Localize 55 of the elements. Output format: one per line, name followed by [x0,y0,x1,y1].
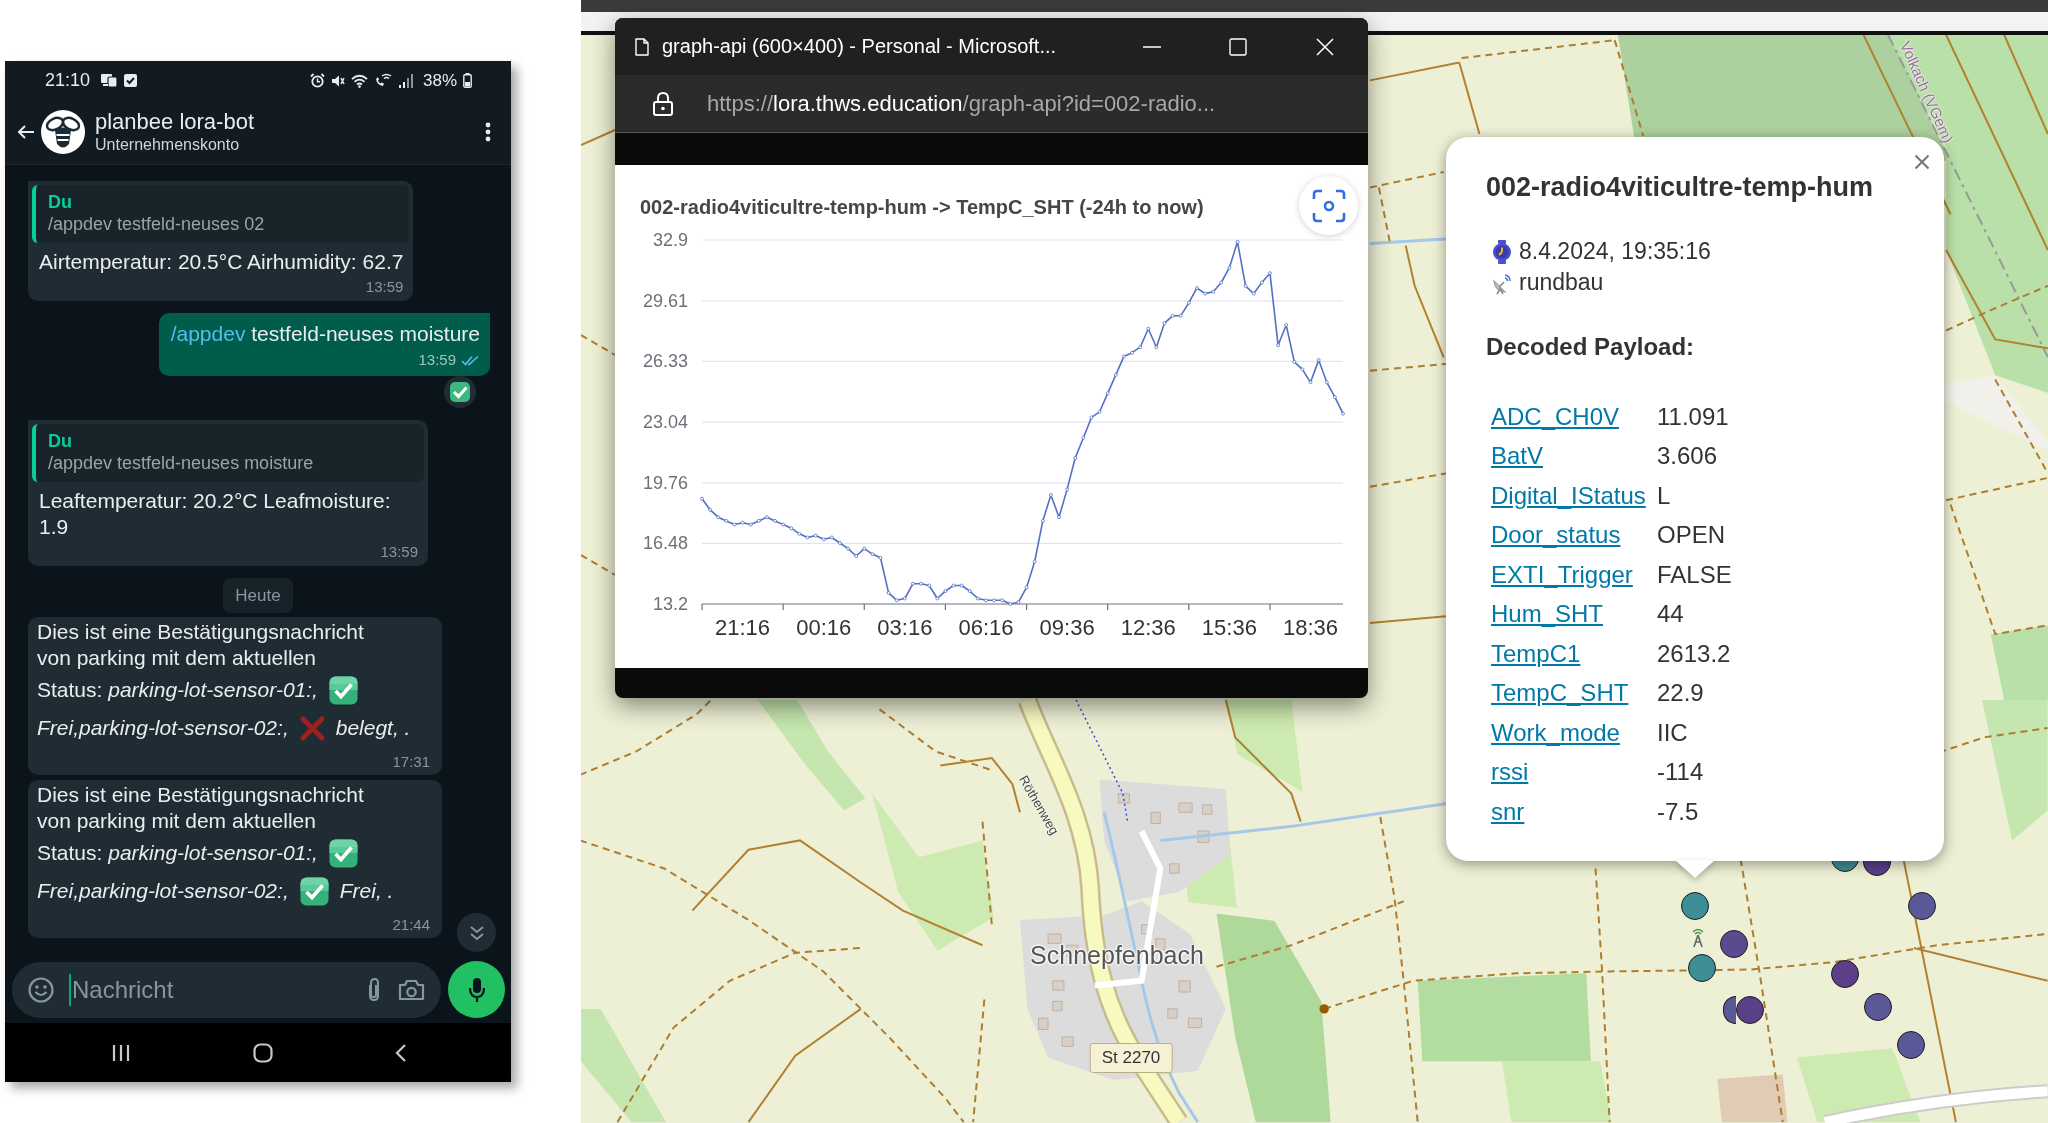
message-time: 13:59 [418,351,456,369]
payload-value: L [1657,481,1671,509]
x-axis-label: 03:16 [877,615,933,640]
section-heading: Decoded Payload: [1486,332,1696,362]
message-time: 13:59 [365,278,404,296]
x-axis-label: 00:16 [796,615,852,640]
message-time: 17:31 [392,753,430,771]
payload-value: IIC [1657,718,1688,746]
message-text: /appdev testfeld-neuses moisture [170,322,480,345]
y-axis-label: 26.33 [642,351,688,372]
message-text: Status: parking-lot-sensor-01:, [37,677,318,703]
popup-title: 002-radio4viticultre-temp-hum [1486,171,1875,204]
quote-author: Du [48,430,73,452]
payload-value: -114 [1657,758,1704,786]
y-axis-label: 16.48 [642,533,688,554]
quote-text: /appdev testfeld-neuses 02 [48,213,266,235]
payload-value: FALSE [1657,560,1732,588]
x-axis-label: 12:36 [1120,615,1176,640]
payload-value: -7.5 [1657,797,1699,825]
message-text: Airtemperatur: 20.5°C Airhumidity: 62.7 [39,250,404,273]
quote-text: /appdev testfeld-neuses moisture [48,452,315,474]
payload-value: OPEN [1657,521,1725,549]
status-time: 21:10 [45,70,91,91]
x-axis-label: 18:36 [1283,615,1339,640]
y-axis-label: 13.2 [652,594,688,614]
payload-value: 44 [1657,600,1684,628]
payload-value: 3.606 [1657,442,1718,470]
message-text: Frei,parking-lot-sensor-02:, [37,878,289,904]
date-separator: Heute [223,578,293,613]
message-text: Leaftemperatur: 20.2°C Leafmoisture: 1.9 [39,489,391,538]
payload-value: 11.091 [1657,402,1729,430]
message-text: belegt, . [335,715,411,741]
x-axis-label: 21:16 [715,615,771,640]
message-text: Frei, . [339,878,394,904]
payload-value: 22.9 [1657,679,1704,707]
y-axis-label: 29.61 [642,290,688,311]
timestamp-text: 8.4.2024, 19:35:16 [1519,237,1711,266]
message-time: 21:44 [392,916,430,934]
x-axis-label: 15:36 [1201,615,1257,640]
road-number-label: St 2270 [1089,1043,1173,1073]
chart-title: 002-radio4viticultre-temp-hum -> TempC_SHT (-24h to now) [640,195,1204,219]
quote-author: Du [48,191,73,213]
window-title: graph-api (600×400) - Personal - Microsoft... [662,35,1058,58]
message-text: Frei,parking-lot-sensor-02:, [37,715,289,741]
y-axis-label: 23.04 [642,412,688,433]
x-axis-label: 06:16 [958,615,1014,640]
chat-subtitle: Unternehmenskonto [95,135,241,155]
message-text: Status: parking-lot-sensor-01:, [37,840,318,866]
battery-percent: 38% [422,70,457,91]
x-axis-label: 09:36 [1039,615,1095,640]
message-time: 13:59 [380,543,418,561]
y-axis-label: 19.76 [642,472,688,493]
y-axis-label: 32.9 [652,230,688,250]
gateway-name: rundbau [1519,268,1604,297]
payload-value: 2613.2 [1657,639,1731,667]
